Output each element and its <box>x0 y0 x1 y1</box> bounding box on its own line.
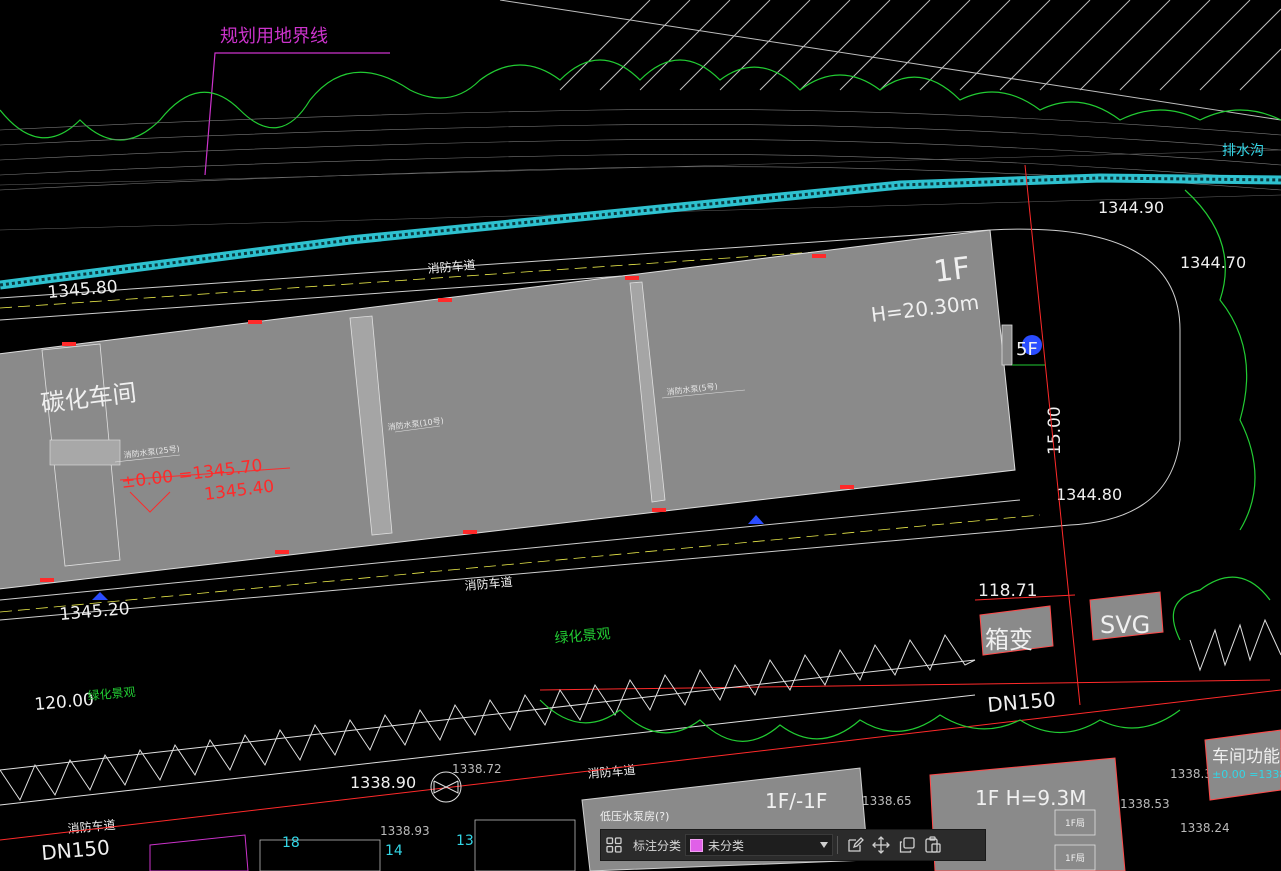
drainage-label: 排水沟 <box>1222 143 1264 159</box>
annotation-toolbar: 标注分类 未分类 <box>600 829 986 861</box>
grid-icon <box>606 837 622 853</box>
workshop-label: 车间功能配 <box>1212 747 1281 767</box>
building-1f-sub2: 1F局 <box>1065 853 1085 864</box>
grid-view-button[interactable] <box>601 832 627 858</box>
workshop-elevation: ±0.00 =1338. <box>1212 768 1281 781</box>
chevron-down-icon <box>820 842 829 848</box>
category-color-swatch <box>690 838 704 852</box>
move-button[interactable] <box>868 832 894 858</box>
edit-button[interactable] <box>842 832 868 858</box>
elevation-1338-24: 1338.24 <box>1180 821 1230 835</box>
copy-icon <box>899 837 915 853</box>
paste-icon <box>925 836 941 853</box>
category-selected-value: 未分类 <box>708 838 745 853</box>
elevation-1344-80: 1344.80 <box>1056 485 1122 504</box>
box-transformer-label: 箱变 <box>985 626 1033 654</box>
elevation-1344-70: 1344.70 <box>1180 253 1246 272</box>
toolbar-divider <box>837 836 839 854</box>
boundary-label: 规划用地界线 <box>220 26 328 47</box>
lot-number-18: 18 <box>282 835 300 851</box>
edit-icon <box>848 837 864 852</box>
svg-equipment-label: SVG <box>1100 611 1150 639</box>
paste-button[interactable] <box>920 832 946 858</box>
elevation-1338-53: 1338.53 <box>1120 797 1170 811</box>
annotation-category-label: 标注分类 <box>633 838 682 853</box>
stair-label: 5F <box>1016 339 1038 360</box>
elevation-1344-90: 1344.90 <box>1098 198 1164 217</box>
elevation-1338-90: 1338.90 <box>350 773 416 792</box>
building-floors: 1F <box>932 251 972 290</box>
dimension-15-00: 15.00 <box>1045 406 1065 455</box>
annotation-category-select[interactable]: 未分类 <box>685 834 834 856</box>
building-1f-sub1: 1F局 <box>1065 818 1085 829</box>
building-1f-9m-label: 1F H=9.3M <box>975 786 1086 810</box>
pump-room-label: 低压水泵房(?) <box>600 810 669 823</box>
elevation-1338-72: 1338.72 <box>452 762 502 776</box>
cad-drawing-canvas[interactable]: 规划用地界线 排水沟 碳化车间 1F H=20.30m ±0.00 =1345.… <box>0 0 1281 871</box>
copy-button[interactable] <box>894 832 920 858</box>
move-icon <box>872 836 890 854</box>
lot-number-13: 13 <box>456 833 474 849</box>
elevation-1338-65: 1338.65 <box>862 794 912 808</box>
lot-number-14: 14 <box>385 843 403 859</box>
elevation-1338-93: 1338.93 <box>380 824 430 838</box>
pump-room-floors: 1F/-1F <box>765 789 827 813</box>
